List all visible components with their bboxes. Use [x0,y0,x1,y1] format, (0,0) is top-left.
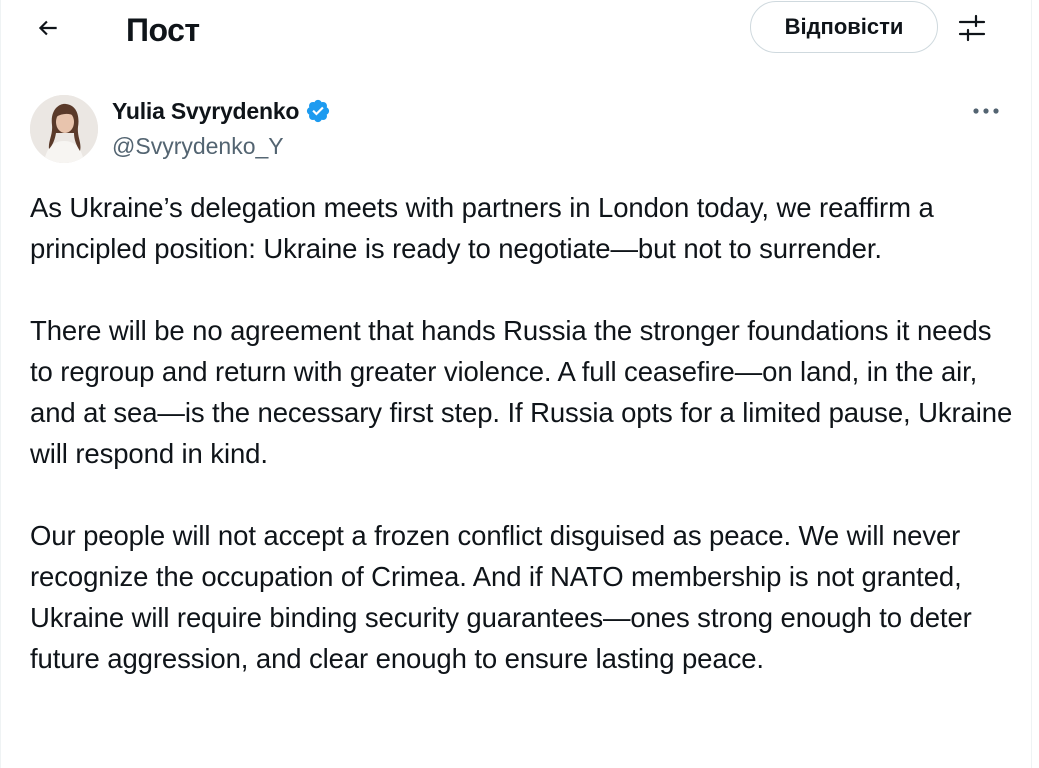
avatar-photo [30,95,98,163]
post-paragraph: There will be no agreement that hands Ru… [30,315,1013,469]
back-button[interactable] [28,10,68,50]
author-name[interactable]: Yulia Svyrydenko [112,96,299,126]
post-page: Пост Відповісти Yulia Svyrydenko @Svyryd… [0,0,1039,768]
column-border-right [1031,0,1032,768]
more-dots-icon [972,102,1000,120]
arrow-left-icon [35,15,61,46]
header-bar: Пост Відповісти [0,0,1039,60]
author-name-row: Yulia Svyrydenko [112,96,331,126]
post-paragraph: As Ukraine’s delegation meets with partn… [30,192,934,264]
avatar[interactable] [30,95,98,163]
page-title: Пост [126,12,200,48]
sliders-icon [957,13,987,48]
verified-badge-icon[interactable] [305,98,331,124]
post-text: As Ukraine’s delegation meets with partn… [30,187,1015,720]
sliders-button[interactable] [952,10,992,50]
more-button[interactable] [966,96,1006,126]
author-handle[interactable]: @Svyrydenko_Y [112,131,284,161]
post-paragraph: Our people will not accept a frozen conf… [30,520,972,674]
column-border-left [0,0,1,768]
reply-button[interactable]: Відповісти [750,1,938,53]
